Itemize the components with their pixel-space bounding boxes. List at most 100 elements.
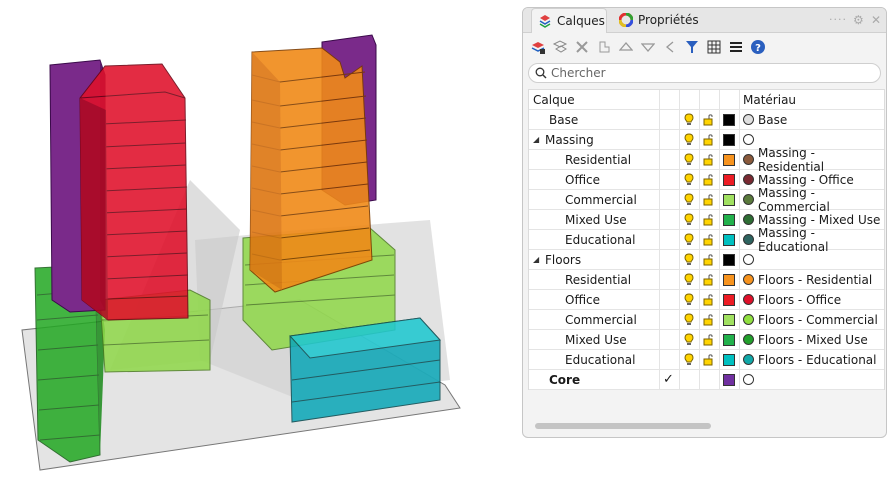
lightbulb-on-icon[interactable] (682, 113, 696, 127)
unlocked-icon[interactable] (702, 273, 716, 287)
lightbulb-on-icon[interactable] (682, 253, 696, 267)
new-sublayer-icon[interactable] (551, 38, 569, 56)
move-down-icon[interactable] (639, 38, 657, 56)
move-left-icon[interactable] (661, 38, 679, 56)
layer-color-swatch[interactable] (723, 133, 735, 146)
layer-color-swatch[interactable] (723, 213, 735, 226)
layer-name: Educational (565, 352, 636, 367)
tab-layers[interactable]: Calques (531, 8, 607, 33)
material-ball-icon[interactable] (743, 114, 754, 125)
close-icon[interactable]: ✕ (871, 13, 881, 27)
unlocked-icon[interactable] (702, 193, 716, 207)
layer-color-swatch[interactable] (723, 373, 735, 386)
column-header-material[interactable]: Matériau (743, 90, 796, 109)
unlocked-icon[interactable] (702, 233, 716, 247)
layer-color-swatch[interactable] (723, 193, 735, 206)
layer-row[interactable]: Mixed Use Floors - Mixed Use (529, 330, 884, 350)
current-layer-check-icon[interactable]: ✓ (663, 370, 674, 389)
lightbulb-on-icon[interactable] (682, 173, 696, 187)
help-icon[interactable]: ? (749, 38, 767, 56)
layer-table: Calque Matériau Base Base ◢ Massing Resident… (528, 89, 885, 390)
expand-toggle-icon[interactable]: ◢ (533, 255, 543, 264)
material-ball-icon[interactable] (743, 294, 754, 305)
layer-color-swatch[interactable] (723, 173, 735, 186)
layer-row[interactable]: Educational Massing - Educational (529, 226, 884, 254)
layer-row[interactable]: Base Base (529, 110, 884, 130)
tab-layers-label: Calques (557, 14, 605, 28)
table-icon[interactable] (705, 38, 723, 56)
unlocked-icon[interactable] (702, 113, 716, 127)
unlocked-icon[interactable] (702, 313, 716, 327)
layer-row[interactable]: ◢ Floors (529, 250, 884, 270)
material-ball-icon[interactable] (743, 194, 754, 205)
lightbulb-on-icon[interactable] (682, 293, 696, 307)
lightbulb-on-icon[interactable] (682, 353, 696, 367)
layer-color-swatch[interactable] (723, 293, 735, 306)
layer-row[interactable]: Commercial Floors - Commercial (529, 310, 884, 330)
unlocked-icon[interactable] (702, 153, 716, 167)
grip-icon[interactable]: ···· (829, 13, 847, 26)
unlocked-icon[interactable] (702, 253, 716, 267)
material-ball-icon[interactable] (743, 234, 754, 245)
svg-text:?: ? (755, 43, 761, 54)
gear-icon[interactable]: ⚙ (853, 13, 864, 27)
layer-color-swatch[interactable] (723, 153, 735, 166)
material-ball-icon[interactable] (743, 374, 754, 385)
new-layer-icon[interactable] (529, 38, 547, 56)
layer-name: Massing (545, 132, 594, 147)
layer-color-swatch[interactable] (723, 233, 735, 246)
layer-color-swatch[interactable] (723, 253, 735, 266)
menu-icon[interactable] (727, 38, 745, 56)
layer-row[interactable]: Residential Floors - Residential (529, 270, 884, 290)
material-name: Base (758, 112, 788, 127)
search-input[interactable] (551, 65, 871, 81)
material-ball-icon[interactable] (743, 174, 754, 185)
material-ball-icon[interactable] (743, 214, 754, 225)
tab-properties[interactable]: Propriétés (613, 8, 703, 32)
layer-color-swatch[interactable] (723, 273, 735, 286)
layer-row[interactable]: Educational Floors - Educational (529, 350, 884, 370)
layer-name: Office (565, 172, 601, 187)
lightbulb-on-icon[interactable] (682, 273, 696, 287)
lightbulb-on-icon[interactable] (682, 233, 696, 247)
move-up-icon[interactable] (617, 38, 635, 56)
duplicate-icon[interactable] (595, 38, 613, 56)
layer-row[interactable]: Commercial Massing - Commercial (529, 186, 884, 214)
material-ball-icon[interactable] (743, 274, 754, 285)
layer-row[interactable]: Core ✓ (529, 370, 884, 390)
material-ball-icon[interactable] (743, 254, 754, 265)
lightbulb-on-icon[interactable] (682, 193, 696, 207)
column-header-layer[interactable]: Calque (533, 90, 575, 109)
unlocked-icon[interactable] (702, 333, 716, 347)
layer-color-swatch[interactable] (723, 353, 735, 366)
material-ball-icon[interactable] (743, 314, 754, 325)
delete-icon[interactable] (573, 38, 591, 56)
lightbulb-on-icon[interactable] (682, 133, 696, 147)
expand-toggle-icon[interactable]: ◢ (533, 135, 543, 144)
layer-name: Office (565, 292, 601, 307)
horizontal-scrollbar[interactable] (535, 423, 711, 429)
layer-row[interactable]: Office Floors - Office (529, 290, 884, 310)
material-ball-icon[interactable] (743, 334, 754, 345)
layer-color-swatch[interactable] (723, 313, 735, 326)
unlocked-icon[interactable] (702, 353, 716, 367)
material-ball-icon[interactable] (743, 154, 754, 165)
layer-color-swatch[interactable] (723, 333, 735, 346)
material-ball-icon[interactable] (743, 134, 754, 145)
material-name: Massing - Mixed Use (758, 212, 881, 227)
lightbulb-on-icon[interactable] (682, 333, 696, 347)
search-box[interactable] (528, 63, 881, 83)
unlocked-icon[interactable] (702, 213, 716, 227)
layer-row[interactable]: Residential Massing - Residential (529, 146, 884, 174)
lightbulb-on-icon[interactable] (682, 313, 696, 327)
unlocked-icon[interactable] (702, 293, 716, 307)
layer-color-swatch[interactable] (723, 113, 735, 126)
filter-icon[interactable] (683, 38, 701, 56)
tab-properties-label: Propriétés (638, 13, 699, 27)
lightbulb-on-icon[interactable] (682, 153, 696, 167)
lightbulb-on-icon[interactable] (682, 213, 696, 227)
material-ball-icon[interactable] (743, 354, 754, 365)
unlocked-icon[interactable] (702, 133, 716, 147)
viewport-3d[interactable] (0, 0, 510, 491)
unlocked-icon[interactable] (702, 173, 716, 187)
